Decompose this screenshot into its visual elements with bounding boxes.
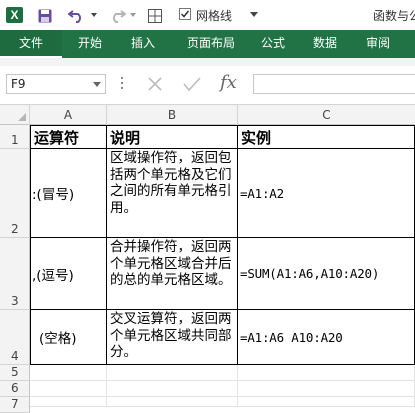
cell-b1[interactable]: 说明 xyxy=(107,126,238,149)
cell-a6[interactable] xyxy=(30,381,107,397)
description-comma: 合并操作符，返回两个单元格区域合并后的总的单元格区域。 xyxy=(110,239,232,288)
cell-c4[interactable]: =A1:A6 A10:A20 xyxy=(238,310,415,365)
tab-review[interactable]: 审阅 xyxy=(358,30,398,58)
cancel-icon[interactable] xyxy=(147,76,163,96)
enter-icon[interactable] xyxy=(183,76,201,96)
window-title: 函数与公 xyxy=(373,9,415,23)
ribbon-tabs: 文件 开始 插入 页面布局 公式 数据 审阅 xyxy=(0,30,415,58)
cell-a3[interactable]: ,(逗号) xyxy=(31,238,107,310)
tab-insert-label: 插入 xyxy=(130,36,155,50)
undo-dropdown-icon[interactable] xyxy=(91,13,97,17)
checkmark-icon xyxy=(180,10,190,18)
title-bar: X 网格线 函数与公 xyxy=(0,0,415,30)
column-header-b-label: B xyxy=(167,108,177,122)
cell-c5[interactable] xyxy=(238,365,415,381)
cell-b6[interactable] xyxy=(107,381,238,397)
undo-icon[interactable] xyxy=(67,7,86,27)
example-column-heading: 实例 xyxy=(241,129,272,147)
redo-dropdown-icon[interactable] xyxy=(130,13,136,17)
row-header-2[interactable]: 2 xyxy=(0,149,30,238)
formula-input[interactable] xyxy=(253,74,415,94)
cell-a1[interactable]: 运算符 xyxy=(31,126,107,149)
row-header-5-label: 5 xyxy=(11,365,19,379)
tab-review-label: 审阅 xyxy=(365,36,390,50)
row-header-1[interactable]: 1 xyxy=(0,125,30,149)
operator-space: (空格) xyxy=(39,331,77,347)
cell-c2[interactable]: =A1:A2 xyxy=(238,149,415,238)
column-header-a[interactable]: A xyxy=(30,105,107,125)
formula-bar-grip-icon xyxy=(121,77,123,91)
qat-customize-icon[interactable] xyxy=(250,12,258,17)
column-header-c[interactable]: C xyxy=(238,105,415,125)
cell-b3[interactable]: 合并操作符，返回两个单元格区域合并后的总的单元格区域。 xyxy=(107,238,238,310)
tab-home-label: 开始 xyxy=(77,36,102,50)
row-header-3-label: 3 xyxy=(11,294,19,308)
insert-function-icon[interactable]: fx xyxy=(220,72,237,93)
row-header-3[interactable]: 3 xyxy=(0,238,30,310)
row-header-6-label: 6 xyxy=(11,381,19,395)
description-colon: 区域操作符，返回包括两个单元格及它们之间的所有单元格引用。 xyxy=(110,150,232,216)
cell-a2[interactable]: :(冒号) xyxy=(31,149,107,238)
tab-home[interactable]: 开始 xyxy=(70,30,110,58)
tab-page-layout-label: 页面布局 xyxy=(186,36,235,50)
cell-b2[interactable]: 区域操作符，返回包括两个单元格及它们之间的所有单元格引用。 xyxy=(107,149,238,238)
row-header-7-label: 7 xyxy=(11,397,19,411)
name-box-dropdown-icon[interactable] xyxy=(93,82,101,87)
cell-a4[interactable]: (空格) xyxy=(31,310,107,365)
cell-c6[interactable] xyxy=(238,381,415,397)
tab-formulas[interactable]: 公式 xyxy=(253,30,293,58)
operator-comma: ,(逗号) xyxy=(32,267,74,284)
row-header-4[interactable]: 4 xyxy=(0,310,30,365)
tab-data[interactable]: 数据 xyxy=(305,30,345,58)
select-all-corner[interactable] xyxy=(0,105,30,125)
operator-colon: :(冒号) xyxy=(32,187,75,203)
row-header-7[interactable]: 7 xyxy=(0,397,30,413)
tab-page-layout[interactable]: 页面布局 xyxy=(175,30,247,58)
excel-app-icon[interactable]: X xyxy=(6,7,23,23)
borders-icon[interactable] xyxy=(148,8,162,27)
tab-formulas-label: 公式 xyxy=(260,36,285,50)
formula-bar: F9 fx xyxy=(0,66,415,105)
redo-icon[interactable] xyxy=(108,7,127,27)
cell-a7[interactable] xyxy=(30,397,107,407)
worksheet-grid: A B C 1 2 3 4 5 6 7 运算符 说明 实例 :(冒号) 区域操作… xyxy=(0,105,415,413)
row-header-6[interactable]: 6 xyxy=(0,381,30,397)
tab-insert[interactable]: 插入 xyxy=(123,30,163,58)
name-box-value: F9 xyxy=(11,77,26,91)
row-header-5[interactable]: 5 xyxy=(0,365,30,381)
gridlines-checkbox[interactable] xyxy=(179,8,191,20)
tab-data-label: 数据 xyxy=(312,36,337,50)
save-icon[interactable] xyxy=(38,8,52,27)
tab-file-label: 文件 xyxy=(18,36,43,50)
example-comma: =SUM(A1:A6,A10:A20) xyxy=(240,266,380,281)
example-space: =A1:A6 A10:A20 xyxy=(240,329,343,345)
tab-file[interactable]: 文件 xyxy=(0,30,62,58)
cell-a5[interactable] xyxy=(30,365,107,381)
example-colon: =A1:A2 xyxy=(240,185,284,201)
cell-b5[interactable] xyxy=(107,365,238,381)
cell-c3[interactable]: =SUM(A1:A6,A10:A20) xyxy=(238,238,415,310)
cell-b7[interactable] xyxy=(107,397,238,407)
column-header-a-label: A xyxy=(63,108,73,122)
operator-column-heading: 运算符 xyxy=(34,129,80,147)
name-box[interactable]: F9 xyxy=(6,74,106,94)
column-header-c-label: C xyxy=(322,108,331,122)
select-all-triangle-icon xyxy=(18,113,26,121)
row-header-2-label: 2 xyxy=(11,222,19,236)
column-header-b[interactable]: B xyxy=(107,105,238,125)
gridlines-label[interactable]: 网格线 xyxy=(196,7,232,24)
description-space: 交叉运算符，返回两个单元格区域共同部分。 xyxy=(110,311,232,360)
row-header-4-label: 4 xyxy=(11,349,19,363)
row-header-1-label: 1 xyxy=(11,133,19,147)
excel-icon-letter: X xyxy=(10,8,19,22)
cell-c1[interactable]: 实例 xyxy=(238,126,415,149)
cell-c7[interactable] xyxy=(238,397,415,407)
description-column-heading: 说明 xyxy=(110,129,141,147)
cell-b4[interactable]: 交叉运算符，返回两个单元格区域共同部分。 xyxy=(107,310,238,365)
